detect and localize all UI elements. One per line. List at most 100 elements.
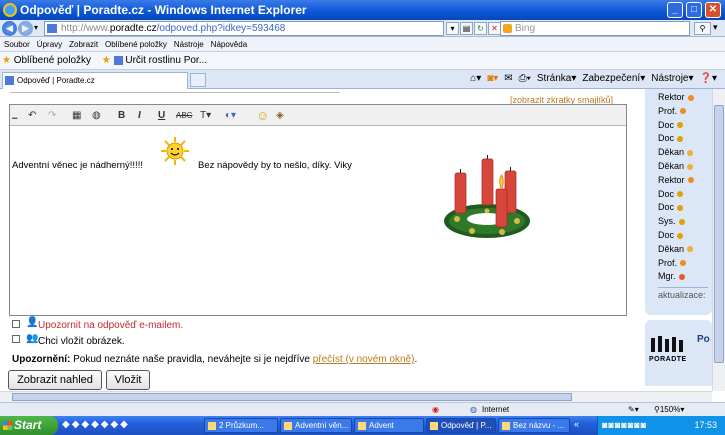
taskbar: Start ◆◆◆◆◆◆◆ 2 Průzkum... Adventní věn.…	[0, 416, 725, 435]
ranking-item-label: Děkan	[658, 243, 685, 254]
poradte-logo[interactable]: PORADTE	[649, 334, 689, 363]
submit-button[interactable]: Vložit	[106, 370, 150, 390]
minimize-button[interactable]: _	[667, 2, 683, 18]
smiley-icon[interactable]: ☺	[256, 108, 269, 123]
ranking-item-label: Prof.	[658, 257, 678, 268]
new-tab-button[interactable]	[190, 73, 206, 87]
notify-email-label[interactable]: Upozornit na odpověď e-mailem.	[38, 320, 183, 331]
tools-menu[interactable]: Nástroje▾	[651, 73, 693, 84]
start-button[interactable]: Start	[0, 416, 58, 435]
scroll-thumb[interactable]	[714, 105, 724, 363]
italic-icon[interactable]: I	[138, 108, 141, 123]
ranking-item: Rektor	[658, 91, 694, 105]
menu-help[interactable]: Nápověda	[211, 37, 247, 51]
address-input[interactable]: http://www.poradte.cz/odpoved.php?idkey=…	[44, 21, 444, 36]
undo-icon[interactable]: ↶	[28, 108, 36, 123]
users-icon: 👥	[26, 333, 39, 344]
title-bar: Odpověď | Poradte.cz - Windows Internet …	[0, 0, 725, 20]
history-dropdown-icon[interactable]: ▾	[34, 23, 38, 32]
menu-tools[interactable]: Nástroje	[174, 37, 204, 51]
paste-image-icon[interactable]: ▦	[72, 108, 81, 123]
ranking-item-label: Doc	[658, 188, 675, 199]
favorite-link-plant[interactable]: Určit rostlinu	[125, 55, 181, 66]
rank-badge-icon	[677, 232, 684, 239]
ranking-item: Doc	[658, 188, 684, 202]
favorites-button[interactable]: Oblíbené položky	[14, 55, 91, 66]
forward-button[interactable]: ▶	[18, 21, 33, 36]
task-adventni[interactable]: Adventní věn...	[280, 418, 352, 433]
print-icon[interactable]: ⎙▾	[519, 73, 531, 84]
answer-editor[interactable]: ▁ ↶ ↷ ▦ ◍ B I U ABC T▾ ◐▾ ☺ ◈ Adventní v…	[9, 104, 627, 316]
search-button[interactable]: ⚲	[694, 22, 711, 35]
security-menu[interactable]: Zabezpečení▾	[582, 73, 645, 84]
rules-link[interactable]: přečíst (v novém okně)	[313, 354, 415, 365]
task-bez-nazvu[interactable]: Bez názvu - ...	[498, 418, 570, 433]
user-icon: 👤	[26, 317, 39, 328]
ranking-item: Děkan	[658, 160, 694, 174]
ranking-item-label: Doc	[658, 202, 675, 213]
text-color-icon[interactable]: ◐▾	[225, 108, 236, 123]
tab-favicon-icon	[5, 76, 14, 85]
menu-view[interactable]: Zobrazit	[69, 37, 98, 51]
site-favicon-icon	[47, 24, 57, 33]
zoom-control[interactable]: ⚲150%▾	[654, 403, 684, 417]
tray-icons[interactable]: ◙◙◙◙◙◙◙	[602, 416, 647, 435]
preview-button[interactable]: Zobrazit nahled	[8, 370, 102, 390]
vertical-scrollbar[interactable]	[712, 89, 725, 391]
search-options-icon[interactable]: ▾	[713, 22, 718, 33]
ranking-item: Mgr.	[658, 270, 685, 284]
quick-launch-icons[interactable]: ◆◆◆◆◆◆◆	[62, 419, 130, 430]
favorite-link-more[interactable]: Por...	[184, 55, 207, 66]
rank-badge-icon	[677, 191, 684, 198]
task-odpoved[interactable]: Odpověď | P...	[426, 418, 496, 433]
link-globe-icon[interactable]: ◍	[92, 108, 101, 123]
insert-image-checkbox[interactable]	[12, 335, 20, 343]
ranking-item-label: Rektor	[658, 174, 685, 185]
compatibility-icon[interactable]: ▤	[460, 22, 473, 35]
close-button[interactable]: ✕	[705, 2, 721, 18]
editor-text-part1[interactable]: Adventní věnec je nádherný!!!!!	[12, 160, 143, 171]
toolbar-collapse-icon[interactable]: ▁	[12, 108, 17, 123]
security-zone-icon: ◉	[432, 405, 439, 414]
add-favorite-icon[interactable]: ★	[102, 55, 111, 66]
help-icon[interactable]: ❓▾	[700, 73, 717, 84]
ie-logo-icon	[3, 3, 17, 17]
rules-warning: Upozornění: Pokud neznáte naše pravidla,…	[12, 354, 418, 365]
notify-email-checkbox[interactable]	[12, 320, 20, 328]
internet-globe-icon: ◍	[470, 405, 477, 414]
task-advent[interactable]: Advent	[354, 418, 424, 433]
menu-file[interactable]: Soubor	[4, 37, 30, 51]
underline-icon[interactable]: U	[158, 108, 165, 123]
taskbar-chevron-icon[interactable]: «	[574, 419, 579, 429]
feeds-icon[interactable]: ◙▾	[487, 73, 498, 84]
menu-favorites[interactable]: Oblíbené položky	[105, 37, 167, 51]
protected-mode-icon[interactable]: ✎▾	[628, 403, 639, 417]
tab-odpoved[interactable]: Odpověď | Poradte.cz	[2, 72, 188, 89]
insert-image-label[interactable]: Chci vložit obrázek.	[38, 336, 125, 347]
font-size-icon[interactable]: T▾	[200, 108, 211, 123]
editor-text-part2[interactable]: Bez nápovědy by to nešlo, díky. Viky	[198, 160, 352, 171]
task-pruzkum[interactable]: 2 Průzkum...	[204, 418, 278, 433]
address-dropdown-icon[interactable]: ▾	[446, 22, 459, 35]
ranking-item-label: Mgr.	[658, 271, 676, 282]
menu-edit[interactable]: Úpravy	[37, 37, 62, 51]
page-menu[interactable]: Stránka▾	[537, 73, 577, 84]
search-input[interactable]: Bing	[500, 21, 690, 36]
insert-object-icon[interactable]: ◈	[276, 108, 284, 123]
home-icon[interactable]: ⌂▾	[470, 73, 481, 84]
back-button[interactable]: ◀	[2, 21, 17, 36]
bold-icon[interactable]: B	[118, 108, 125, 123]
windows-logo-icon	[3, 421, 12, 430]
ranking-item: Prof.	[658, 257, 687, 271]
strikethrough-icon[interactable]: ABC	[176, 108, 192, 123]
rank-badge-icon	[687, 177, 694, 184]
refresh-icon[interactable]: ↻	[474, 22, 487, 35]
menu-bar: Soubor Úpravy Zobrazit Oblíbené položky …	[0, 37, 725, 52]
mail-icon[interactable]: ✉	[504, 73, 512, 84]
maximize-button[interactable]: □	[686, 2, 702, 18]
bing-icon	[503, 24, 512, 33]
hscroll-thumb[interactable]	[12, 393, 572, 401]
redo-icon[interactable]: ↷	[48, 108, 56, 123]
horizontal-scrollbar[interactable]	[0, 391, 712, 402]
favorites-bar: ★ Oblíbené položky ★ Určit rostlinu Por.…	[0, 52, 725, 70]
